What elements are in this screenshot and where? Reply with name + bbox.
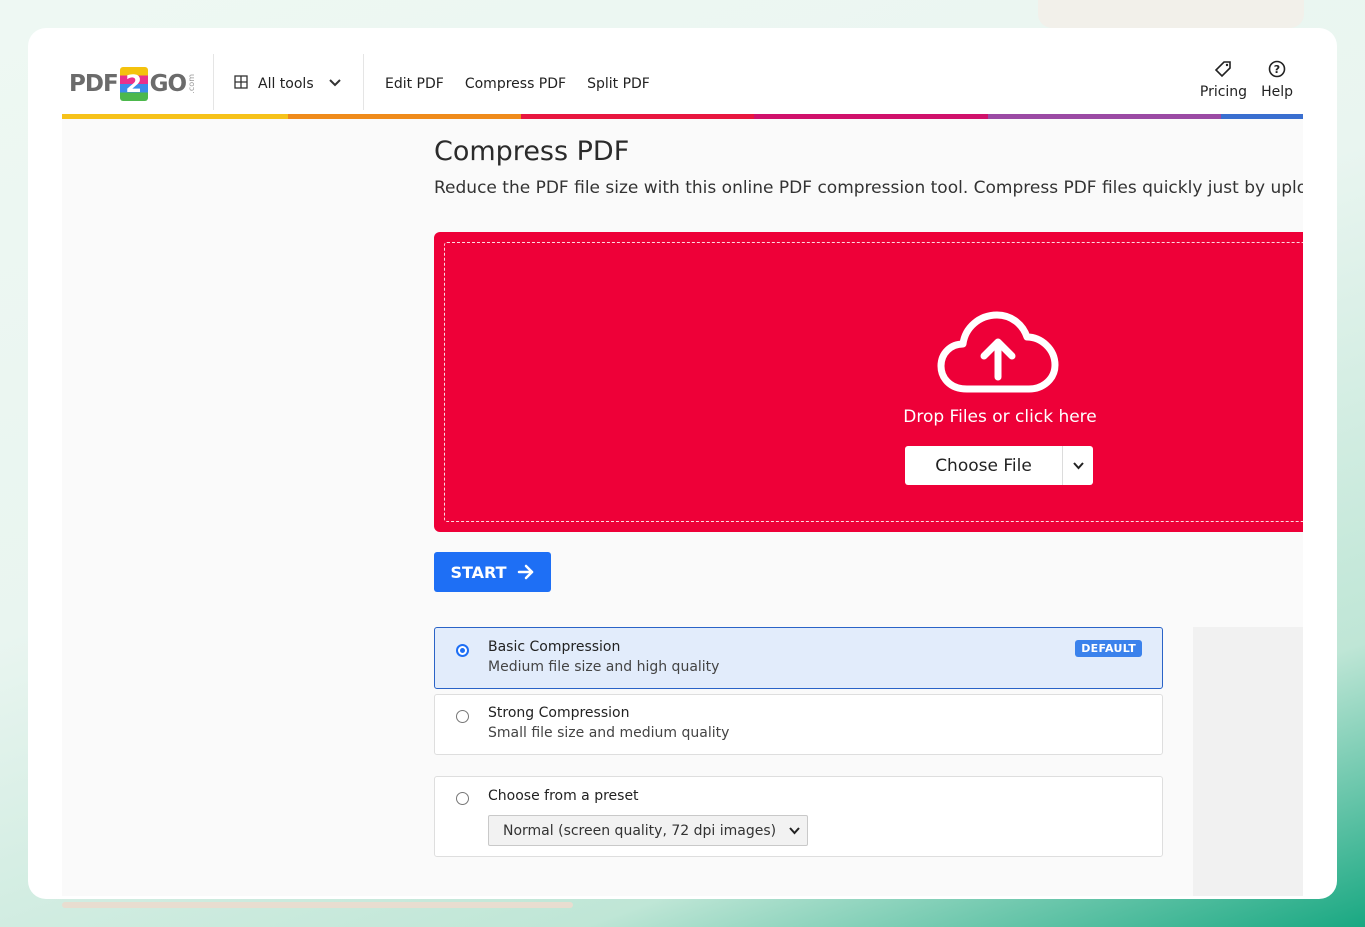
grid-icon (234, 75, 248, 93)
cloud-upload-icon (937, 311, 1061, 397)
color-bar-segment (754, 114, 988, 119)
option-strong-compression[interactable]: Strong Compression Small file size and m… (434, 694, 1163, 755)
background-tab-top (1038, 0, 1304, 28)
option-basic-compression[interactable]: Basic Compression Medium file size and h… (434, 627, 1163, 689)
logo-suffix: .com (187, 74, 197, 94)
preset-selected-value: Normal (screen quality, 72 dpi images) (503, 822, 777, 839)
page-viewport: PDF 2 GO .com All tools Edit PDF Compres… (62, 54, 1303, 896)
option-preset[interactable]: Choose from a preset Normal (screen qual… (434, 776, 1163, 857)
option-subtitle: Medium file size and high quality (488, 659, 720, 675)
side-panel (1193, 627, 1303, 896)
chevron-down-icon (1072, 462, 1084, 470)
pricing-label: Pricing (1199, 84, 1248, 100)
nav-links: Edit PDF Compress PDF Split PDF (385, 68, 650, 100)
all-tools-label: All tools (258, 76, 314, 92)
radio-strong-compression[interactable] (456, 710, 469, 723)
header-divider (213, 54, 214, 110)
color-bar-segment (288, 114, 521, 119)
help-label: Help (1261, 84, 1293, 100)
header-divider (363, 54, 364, 110)
nav-link-split-pdf[interactable]: Split PDF (587, 76, 650, 92)
radio-basic-compression[interactable] (456, 644, 469, 657)
chevron-down-icon (789, 827, 800, 835)
background-tab-bottom (62, 902, 573, 908)
help-circle-icon: ? (1268, 60, 1286, 82)
radio-preset[interactable] (456, 792, 469, 805)
start-button[interactable]: START (434, 552, 551, 592)
logo-text-left: PDF (69, 71, 119, 97)
header-color-bar (62, 114, 1303, 119)
arrow-right-icon (517, 564, 533, 580)
color-bar-segment (1221, 114, 1303, 119)
choose-file-button[interactable]: Choose File (905, 456, 1062, 476)
page-description: Reduce the PDF file size with this onlin… (434, 178, 1303, 198)
logo-text-right: GO (149, 71, 187, 97)
nav-link-edit-pdf[interactable]: Edit PDF (385, 76, 444, 92)
browser-card: PDF 2 GO .com All tools Edit PDF Compres… (28, 28, 1337, 899)
chevron-down-icon (328, 75, 342, 93)
all-tools-menu[interactable]: All tools (234, 68, 342, 100)
option-title: Choose from a preset (488, 788, 639, 804)
file-dropzone[interactable]: Drop Files or click here Choose File (434, 232, 1303, 532)
pricing-link[interactable]: Pricing (1200, 60, 1247, 100)
color-bar-segment (62, 114, 288, 119)
choose-file-control: Choose File (905, 446, 1093, 485)
nav-link-compress-pdf[interactable]: Compress PDF (465, 76, 566, 92)
page-title: Compress PDF (434, 136, 630, 167)
option-subtitle: Small file size and medium quality (488, 725, 730, 741)
logo-badge: 2 (119, 67, 148, 101)
color-bar-segment (521, 114, 754, 119)
svg-text:?: ? (1274, 63, 1280, 76)
tag-icon (1214, 60, 1232, 82)
choose-file-dropdown[interactable] (1063, 446, 1093, 485)
color-bar-segment (988, 114, 1221, 119)
dropzone-border: Drop Files or click here Choose File (444, 242, 1303, 522)
default-badge: DEFAULT (1075, 640, 1142, 657)
option-title: Basic Compression (488, 639, 621, 655)
site-header: PDF 2 GO .com All tools Edit PDF Compres… (62, 54, 1303, 114)
help-link[interactable]: ? Help (1261, 60, 1293, 100)
header-actions: Pricing ? Help (1200, 60, 1293, 100)
start-label: START (450, 562, 507, 582)
pdf2go-logo[interactable]: PDF 2 GO .com (69, 66, 196, 102)
drop-files-text: Drop Files or click here (903, 407, 1097, 427)
option-title: Strong Compression (488, 705, 630, 721)
preset-select[interactable]: Normal (screen quality, 72 dpi images) (488, 815, 808, 846)
